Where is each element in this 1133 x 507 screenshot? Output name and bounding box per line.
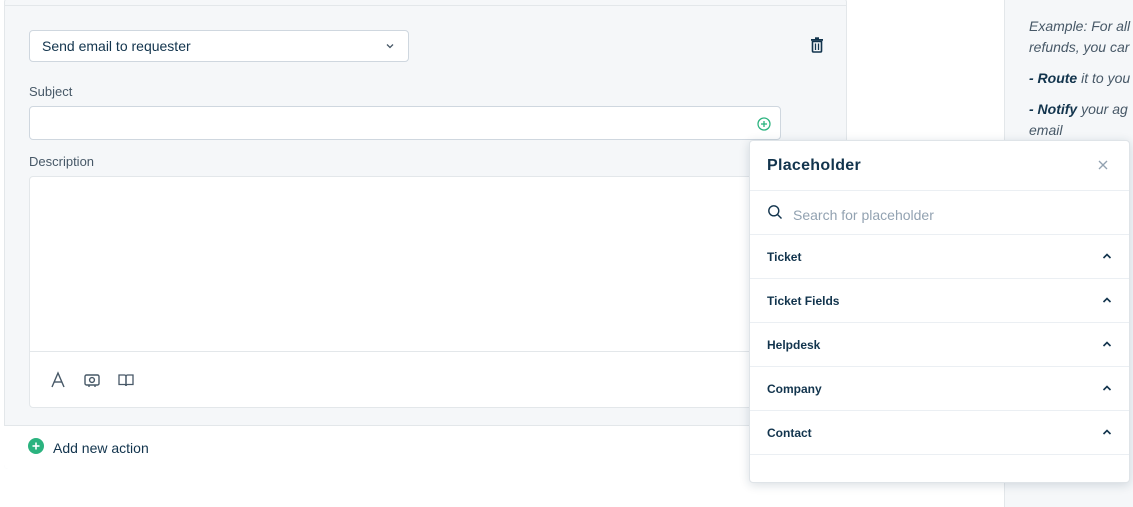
help-text-route-bold: - Route bbox=[1029, 70, 1078, 86]
help-text-notify-rest: your ag bbox=[1077, 101, 1128, 117]
category-helpdesk[interactable]: Helpdesk bbox=[750, 323, 1129, 367]
popover-title: Placeholder bbox=[767, 157, 862, 174]
chevron-down-icon bbox=[384, 40, 396, 52]
divider bbox=[750, 190, 1129, 191]
category-label: Helpdesk bbox=[767, 338, 821, 352]
category-contact[interactable]: Contact bbox=[750, 411, 1129, 455]
subject-label: Subject bbox=[29, 84, 73, 99]
category-company[interactable]: Company bbox=[750, 367, 1129, 411]
category-label: Contact bbox=[767, 426, 812, 440]
help-text-route: - Route it to you bbox=[1029, 70, 1130, 86]
help-text-notify-bold: - Notify bbox=[1029, 101, 1078, 117]
knowledge-base-icon[interactable] bbox=[117, 371, 135, 389]
add-new-action-label: Add new action bbox=[53, 439, 149, 456]
placeholder-search[interactable] bbox=[767, 204, 1115, 225]
action-type-value: Send email to requester bbox=[42, 38, 191, 54]
add-action-row: Add new action bbox=[4, 425, 847, 469]
category-label: Ticket Fields bbox=[767, 294, 840, 308]
subject-field[interactable] bbox=[29, 106, 781, 140]
description-editor[interactable] bbox=[29, 176, 781, 408]
category-label: Company bbox=[767, 382, 822, 396]
chevron-up-icon bbox=[1101, 293, 1113, 305]
help-text-notify: - Notify your ag bbox=[1029, 101, 1128, 117]
help-text-line: refunds, you car bbox=[1029, 39, 1130, 55]
action-type-select[interactable]: Send email to requester bbox=[29, 30, 409, 62]
category-ticket-fields[interactable]: Ticket Fields bbox=[750, 279, 1129, 323]
chevron-up-icon bbox=[1101, 249, 1113, 261]
insert-image-icon[interactable] bbox=[83, 371, 101, 389]
category-ticket[interactable]: Ticket bbox=[750, 235, 1129, 279]
chevron-up-icon bbox=[1101, 381, 1113, 393]
close-icon[interactable] bbox=[1096, 158, 1110, 172]
chevron-up-icon bbox=[1101, 337, 1113, 349]
placeholder-popover: Placeholder Ticket Ticket Fields Helpdes… bbox=[749, 140, 1130, 483]
search-icon bbox=[767, 204, 783, 225]
text-format-icon[interactable] bbox=[49, 371, 67, 389]
plus-circle-icon bbox=[28, 438, 44, 457]
help-text-line: email bbox=[1029, 122, 1063, 138]
delete-action-icon[interactable] bbox=[808, 36, 826, 54]
description-label: Description bbox=[29, 154, 95, 169]
help-text-route-rest: it to you bbox=[1077, 70, 1131, 86]
add-new-action-button[interactable]: Add new action bbox=[28, 438, 149, 457]
insert-placeholder-icon[interactable] bbox=[757, 117, 771, 131]
divider bbox=[4, 5, 847, 6]
editor-toolbar bbox=[30, 351, 780, 407]
help-text-line: Example: For all bbox=[1029, 18, 1131, 34]
chevron-up-icon bbox=[1101, 425, 1113, 437]
placeholder-search-input[interactable] bbox=[791, 205, 1115, 224]
subject-input[interactable] bbox=[30, 107, 750, 137]
category-label: Ticket bbox=[767, 250, 802, 264]
